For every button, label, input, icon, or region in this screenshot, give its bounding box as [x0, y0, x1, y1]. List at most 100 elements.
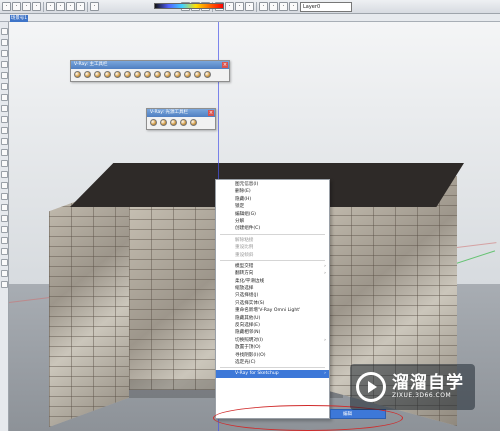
vray-tool-icon[interactable] — [144, 71, 151, 78]
chevron-right-icon: › — [324, 371, 326, 377]
left-tool-icon[interactable] — [1, 281, 8, 288]
scale-icon[interactable]: · — [90, 2, 99, 11]
left-wall[interactable] — [49, 182, 129, 427]
menu-item[interactable]: 柔化/平滑边线 — [216, 278, 329, 285]
vray-tool-icon[interactable] — [164, 71, 171, 78]
vray-tool-icon[interactable] — [150, 119, 157, 126]
section-icon[interactable]: · — [289, 2, 298, 11]
shape-icon[interactable]: · — [46, 2, 55, 11]
menu-item[interactable]: 只选择实体(S) — [216, 300, 329, 307]
vray-tool-icon[interactable] — [134, 71, 141, 78]
vray-tool-icon[interactable] — [74, 71, 81, 78]
left-tool-icon[interactable] — [1, 182, 8, 189]
camera-icon[interactable]: · — [269, 2, 278, 11]
left-tool-icon[interactable] — [1, 127, 8, 134]
vray-main-toolbar[interactable]: V-Ray: 主工具栏 × — [70, 60, 230, 82]
left-tool-icon[interactable] — [1, 72, 8, 79]
menu-item[interactable]: 放置于顶(O) — [216, 344, 329, 351]
left-tool-icon[interactable] — [1, 270, 8, 277]
menu-item[interactable]: 隐藏(H) — [216, 196, 329, 203]
left-tool-icon[interactable] — [1, 259, 8, 266]
left-tool-icon[interactable] — [1, 160, 8, 167]
vray-tool-icon[interactable] — [114, 71, 121, 78]
left-tool-icon[interactable] — [1, 248, 8, 255]
left-tool-icon[interactable] — [1, 149, 8, 156]
menu-item-label: 隐藏相邻(N) — [235, 330, 261, 336]
walk-icon[interactable]: · — [279, 2, 288, 11]
menu-item[interactable]: 分解 — [216, 218, 329, 225]
menu-item[interactable]: 删除(E) — [216, 188, 329, 195]
vray-tool-icon[interactable] — [160, 119, 167, 126]
menu-item-label: 模型交错 — [235, 263, 254, 269]
vray-tool-icon[interactable] — [154, 71, 161, 78]
paint-icon[interactable]: · — [22, 2, 31, 11]
vray-tool-icon[interactable] — [190, 119, 197, 126]
menu-item[interactable]: 图元信息(I) — [216, 181, 329, 188]
vray-tool-icon[interactable] — [104, 71, 111, 78]
vray-tool-icon[interactable] — [184, 71, 191, 78]
left-tool-icon[interactable] — [1, 94, 8, 101]
menu-item[interactable]: 编辑组(G) — [216, 211, 329, 218]
pencil-icon[interactable]: · — [32, 2, 41, 11]
watermark-en: ZIXUE.3D66.COM — [392, 392, 452, 399]
color-palette[interactable] — [154, 3, 224, 9]
orbit-icon[interactable]: · — [225, 2, 234, 11]
menu-item-label: 反向选择(E) — [235, 323, 260, 329]
left-tool-icon[interactable] — [1, 171, 8, 178]
vray-tool-icon[interactable] — [194, 71, 201, 78]
menu-item[interactable]: 缩放选择 — [216, 285, 329, 292]
eraser-icon[interactable]: · — [12, 2, 21, 11]
left-tool-icon[interactable] — [1, 50, 8, 57]
menu-item[interactable]: 创建组件(C) — [216, 225, 329, 232]
select-icon[interactable]: · — [2, 2, 11, 11]
left-tool-icon[interactable] — [1, 193, 8, 200]
left-tool-icon[interactable] — [1, 28, 8, 35]
menu-item[interactable]: 翻转方向 › — [216, 270, 329, 277]
vray-tool-icon[interactable] — [174, 71, 181, 78]
menu-item[interactable]: 切换照明对(I) › — [216, 337, 329, 344]
left-tool-icon[interactable] — [1, 138, 8, 145]
layer-select[interactable]: Layer0 — [300, 2, 352, 12]
menu-item[interactable]: 反向选择(E) — [216, 322, 329, 329]
menu-item[interactable]: 模型交错 › — [216, 263, 329, 270]
menu-item[interactable]: 寻找阴影(I)(O) — [216, 352, 329, 359]
menu-item-vray[interactable]: V-Ray for Sketchup › — [216, 370, 329, 378]
left-tool-icon[interactable] — [1, 237, 8, 244]
left-tool-icon[interactable] — [1, 204, 8, 211]
left-tool-icon[interactable] — [1, 83, 8, 90]
menu-item-label: 重设倾斜 — [235, 252, 254, 258]
menu-separator — [220, 367, 325, 369]
menu-item[interactable]: 重命名新增'V-Ray Omni Light' — [216, 307, 329, 314]
close-icon[interactable]: × — [222, 62, 228, 68]
zoom-extents-icon[interactable]: · — [259, 2, 268, 11]
left-tool-icon[interactable] — [1, 116, 8, 123]
scene-tab-bar: 场景号1 — [0, 14, 500, 22]
left-tool-icon[interactable] — [1, 215, 8, 222]
left-tool-icon[interactable] — [1, 226, 8, 233]
pan-icon[interactable]: · — [235, 2, 244, 11]
menu-item[interactable]: 隐藏相邻(N) — [216, 329, 329, 336]
chevron-right-icon: › — [324, 271, 326, 277]
move-icon[interactable]: · — [66, 2, 75, 11]
vray-tool-icon[interactable] — [180, 119, 187, 126]
vray-tool-icon[interactable] — [204, 71, 211, 78]
rotate-icon[interactable]: · — [76, 2, 85, 11]
vray-main-toolbar-title: V-Ray: 主工具栏 — [74, 62, 108, 67]
menu-item-label: 翻转方向 — [235, 271, 254, 277]
vray-tool-icon[interactable] — [94, 71, 101, 78]
tab-scene-1[interactable]: 场景号1 — [10, 15, 28, 22]
menu-item[interactable]: 隐藏其他(U) — [216, 315, 329, 322]
menu-item[interactable]: 选定光(C) — [216, 359, 329, 366]
left-tool-icon[interactable] — [1, 105, 8, 112]
push-pull-icon[interactable]: · — [56, 2, 65, 11]
left-tool-icon[interactable] — [1, 61, 8, 68]
menu-item[interactable]: 锁定 — [216, 203, 329, 210]
vray-tool-icon[interactable] — [170, 119, 177, 126]
menu-item[interactable]: 只选择组(J) — [216, 292, 329, 299]
vray-tool-icon[interactable] — [124, 71, 131, 78]
left-tool-icon[interactable] — [1, 39, 8, 46]
close-icon[interactable]: × — [208, 110, 214, 116]
vray-light-toolbar[interactable]: V-Ray: 光源工具栏 × — [146, 108, 216, 130]
vray-tool-icon[interactable] — [84, 71, 91, 78]
zoom-icon[interactable]: · — [245, 2, 254, 11]
